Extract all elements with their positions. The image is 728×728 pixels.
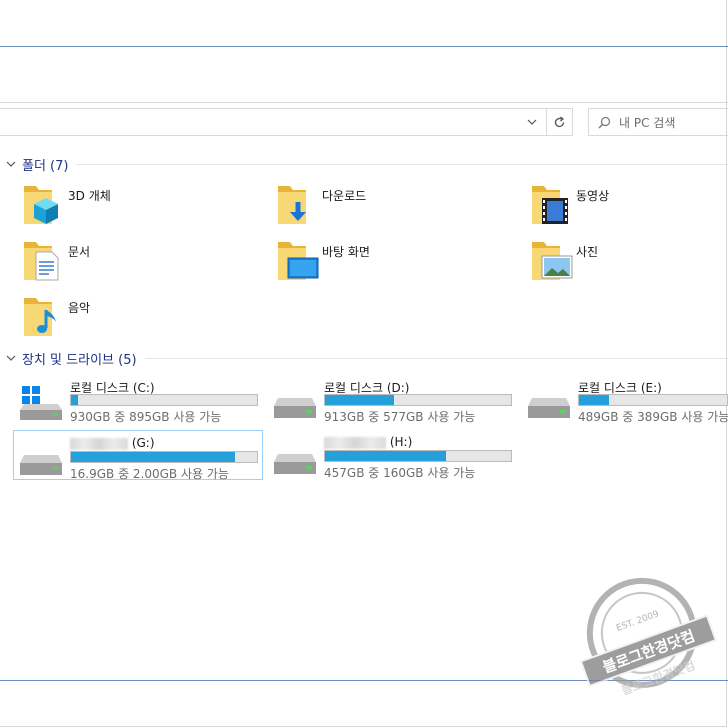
folder-label: 사진 bbox=[576, 245, 599, 259]
folder-item-videos[interactable]: 동영상 bbox=[528, 182, 718, 232]
folder-item-downloads[interactable]: 다운로드 bbox=[274, 182, 514, 232]
drive-usage-bar bbox=[70, 451, 258, 463]
drive-usage-fill bbox=[71, 395, 79, 405]
folder-label: 동영상 bbox=[576, 189, 610, 203]
drive-usage-bar bbox=[70, 394, 258, 406]
drive-item-h[interactable]: (H:) 457GB 중 160GB 사용 가능 bbox=[268, 430, 518, 480]
drive-free-space: 930GB 중 895GB 사용 가능 bbox=[70, 410, 222, 424]
address-dropdown-button[interactable] bbox=[518, 108, 545, 136]
folders-group-header[interactable]: 폴더 (7) bbox=[0, 154, 728, 174]
folder-label: 다운로드 bbox=[322, 189, 367, 203]
drive-item-e[interactable]: 로컬 디스크 (E:) 489GB 중 389GB 사용 가능 bbox=[522, 374, 728, 424]
chevron-down-icon bbox=[527, 119, 536, 125]
watermark-sub: EST. 2009 bbox=[615, 609, 660, 634]
drive-item-c[interactable]: 로컬 디스크 (C:) 930GB 중 895GB 사용 가능 bbox=[14, 374, 264, 424]
drive-free-space: 489GB 중 389GB 사용 가능 bbox=[578, 410, 728, 424]
3d-objects-folder-icon bbox=[20, 182, 68, 230]
drive-item-d[interactable]: 로컬 디스크 (D:) 913GB 중 577GB 사용 가능 bbox=[268, 374, 518, 424]
folder-item-pictures[interactable]: 사진 bbox=[528, 238, 718, 288]
refresh-icon bbox=[554, 115, 565, 127]
devices-group-title: 장치 및 드라이브 (5) bbox=[22, 352, 137, 368]
pictures-folder-icon bbox=[528, 238, 576, 286]
documents-folder-icon bbox=[20, 238, 68, 286]
videos-folder-icon bbox=[528, 182, 576, 230]
devices-group-header[interactable]: 장치 및 드라이브 (5) bbox=[0, 348, 728, 368]
drive-usage-fill bbox=[325, 451, 446, 461]
folder-label: 3D 개체 bbox=[68, 189, 111, 203]
search-input[interactable]: 내 PC 검색 bbox=[588, 108, 728, 136]
folder-item-desktop[interactable]: 바탕 화면 bbox=[274, 238, 514, 288]
chevron-down-icon[interactable] bbox=[0, 355, 22, 361]
drive-usage-fill bbox=[71, 452, 235, 462]
ribbon-divider bbox=[0, 46, 728, 47]
hard-drive-icon bbox=[272, 440, 320, 474]
drive-letter: (G:) bbox=[131, 436, 155, 450]
drive-free-space: 457GB 중 160GB 사용 가능 bbox=[324, 466, 476, 480]
search-placeholder: 내 PC 검색 bbox=[619, 115, 676, 130]
drive-name: (G:) bbox=[70, 436, 155, 450]
hard-drive-icon bbox=[18, 441, 66, 475]
refresh-button[interactable] bbox=[546, 108, 573, 136]
drive-usage-fill bbox=[579, 395, 609, 405]
chevron-down-icon[interactable] bbox=[0, 161, 22, 167]
folder-item-music[interactable]: 음악 bbox=[20, 294, 260, 344]
blurred-volume-label bbox=[70, 437, 128, 450]
watermark-stamp: EST. 2009 블로그한경닷컴 블로그한경닷컴 bbox=[579, 577, 718, 698]
drive-usage-fill bbox=[325, 395, 394, 405]
group-divider bbox=[144, 357, 728, 359]
address-bar[interactable] bbox=[0, 108, 573, 136]
drive-free-space: 913GB 중 577GB 사용 가능 bbox=[324, 410, 476, 424]
drive-item-g[interactable]: (G:) 16.9GB 중 2.00GB 사용 가능 bbox=[13, 430, 263, 481]
drive-name: (H:) bbox=[324, 435, 412, 449]
windows-drive-icon bbox=[18, 384, 66, 420]
hard-drive-icon bbox=[272, 384, 320, 418]
drive-usage-bar bbox=[324, 394, 512, 406]
hard-drive-icon bbox=[526, 384, 574, 418]
folder-label: 음악 bbox=[68, 301, 91, 315]
folder-label: 문서 bbox=[68, 245, 91, 259]
drive-letter: (H:) bbox=[389, 435, 413, 449]
drive-usage-bar bbox=[578, 394, 728, 406]
folder-label: 바탕 화면 bbox=[322, 245, 370, 259]
music-folder-icon bbox=[20, 294, 68, 342]
toolbar-divider bbox=[0, 102, 728, 103]
drive-free-space: 16.9GB 중 2.00GB 사용 가능 bbox=[70, 467, 229, 481]
desktop-folder-icon bbox=[274, 238, 322, 286]
folders-group-title: 폴더 (7) bbox=[22, 158, 69, 174]
blurred-volume-label bbox=[324, 436, 386, 449]
search-icon bbox=[589, 116, 619, 129]
drive-usage-bar bbox=[324, 450, 512, 462]
folder-item-documents[interactable]: 문서 bbox=[20, 238, 260, 288]
group-divider bbox=[76, 163, 728, 165]
downloads-folder-icon bbox=[274, 182, 322, 230]
folder-item-3d-objects[interactable]: 3D 개체 bbox=[20, 182, 260, 232]
